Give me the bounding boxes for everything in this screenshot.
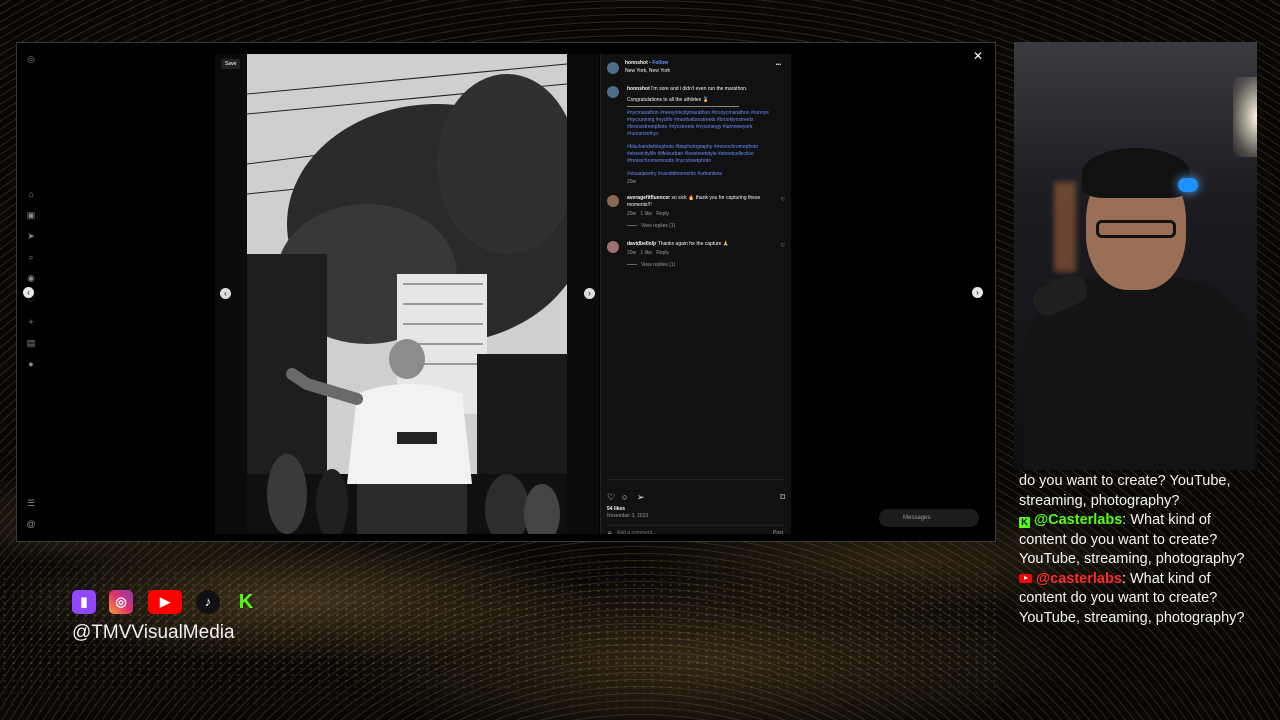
caption-line1: I'm sore and i didn't even run the marat…	[651, 86, 748, 92]
caption-avatar[interactable]	[607, 86, 619, 98]
comment-username[interactable]: averagefitfluencer	[627, 195, 670, 201]
comment-2: davidbelloljr Thanks again for the captu…	[627, 241, 777, 248]
create-icon[interactable]: +	[26, 317, 36, 327]
more-options-icon[interactable]: •••	[776, 62, 781, 69]
kick-icon: K	[1019, 517, 1030, 528]
comment-text: Thanks again for the capture 🙏	[657, 241, 730, 247]
emoji-icon[interactable]: ☺	[607, 530, 612, 537]
softbox-light	[1233, 77, 1257, 157]
threads-icon[interactable]: @	[26, 519, 36, 529]
comment-username[interactable]: davidbelloljr	[627, 241, 656, 247]
direct-icon[interactable]: ➤	[26, 231, 36, 241]
background-light	[1054, 182, 1076, 272]
instagram-icon: ◎	[109, 590, 133, 614]
like-icon[interactable]: ♡	[607, 492, 615, 503]
comment-avatar[interactable]	[607, 195, 619, 207]
browser-capture: ◎ ⌂ ▣ ➤ ⌕ ◉ ♡ + ▤ ● ☰ @ ✕ ‹ › Save ‹ › h…	[16, 42, 996, 542]
messages-button[interactable]: Messages	[879, 509, 979, 527]
reply-button[interactable]: Reply	[656, 211, 669, 217]
comment-bar: ☺ Post	[607, 525, 785, 540]
comment-1: averagefitfluencer so sick 🔥 thank you f…	[627, 195, 777, 209]
photo-illustration	[247, 54, 567, 534]
post-media: Save ‹ ›	[215, 54, 599, 534]
view-replies-button[interactable]: View replies (1)	[627, 223, 783, 230]
instagram-logo-icon[interactable]: ◎	[26, 54, 36, 64]
bookmark-icon[interactable]: ⌑	[780, 492, 785, 503]
post-date: November 3, 2023	[607, 513, 649, 519]
post-actions: ♡ ○ ➢ ⌑ 54 likes November 3, 2023 ☺ Post	[607, 479, 785, 540]
caption-timestamp: 20w	[627, 179, 637, 185]
caption-line2: Congratulations to all the athletes 🏅	[627, 97, 709, 103]
comment-input[interactable]	[617, 528, 747, 538]
close-icon[interactable]: ✕	[973, 49, 983, 63]
twitch-icon: ▮	[72, 590, 96, 614]
youtube-icon	[1019, 573, 1032, 583]
menu-icon[interactable]: ☰	[26, 498, 36, 508]
media-next-icon[interactable]: ›	[584, 288, 595, 299]
social-handle: @TMVVisualMedia	[72, 622, 235, 643]
hashtags-block-3[interactable]: #visualpoetry #candidmoments #urbanlens	[627, 171, 783, 178]
comment-meta: 20w 1 like Reply	[627, 211, 783, 218]
comment-meta: 20w 1 like Reply	[627, 250, 783, 257]
author-username[interactable]: honnshot	[625, 60, 648, 66]
chat-message: K @Casterlabs: What kind of content do yo…	[1019, 511, 1259, 570]
chat-username: @Casterlabs	[1034, 512, 1123, 528]
caption-username[interactable]: honnshot	[627, 86, 650, 92]
youtube-icon: ▶	[148, 590, 182, 614]
comment-like-icon[interactable]: ♡	[781, 197, 785, 204]
streamer-glasses	[1096, 220, 1176, 238]
earpiece-light	[1178, 178, 1198, 192]
post-comment-button[interactable]: Post	[773, 530, 783, 537]
hashtags-block-2[interactable]: #blackandwhitephoto #bwphotography #mono…	[627, 144, 783, 165]
post-header: honnshot • Follow New York, New York •••	[607, 60, 785, 82]
home-icon[interactable]: ⌂	[26, 189, 36, 199]
messages-label: Messages	[903, 515, 931, 521]
caption: honnshot I'm sore and i didn't even run …	[627, 86, 783, 93]
reply-button[interactable]: Reply	[656, 250, 669, 256]
view-replies-button[interactable]: View replies (1)	[627, 262, 783, 269]
comment-like-icon[interactable]: ♡	[781, 243, 785, 250]
profile-icon[interactable]: ●	[26, 359, 36, 369]
post-details-panel: honnshot • Follow New York, New York •••…	[600, 54, 791, 538]
chat-message: do you want to create? YouTube, streamin…	[1019, 473, 1231, 509]
marathon-photo	[247, 54, 567, 534]
avatar[interactable]	[607, 62, 619, 74]
follow-button[interactable]: Follow	[652, 60, 668, 66]
comment-likes[interactable]: 1 like	[640, 211, 652, 217]
tiktok-icon: ♪	[196, 590, 220, 614]
streamer-hair	[1082, 148, 1190, 198]
caption-divider	[627, 106, 739, 107]
kick-icon: K	[238, 591, 254, 613]
likes-count[interactable]: 54 likes	[607, 506, 625, 513]
next-post-icon[interactable]: ›	[972, 287, 983, 298]
post-location[interactable]: New York, New York	[625, 68, 670, 75]
dashboard-icon[interactable]: ▤	[26, 338, 36, 348]
save-button[interactable]: Save	[221, 59, 241, 69]
media-prev-icon[interactable]: ‹	[220, 288, 231, 299]
comment-time: 20w	[627, 250, 637, 256]
reels-icon[interactable]: ▣	[26, 210, 36, 220]
share-icon[interactable]: ➢	[637, 492, 645, 503]
webcam-feed	[1014, 42, 1257, 470]
chat-message: @casterlabs: What kind of content do you…	[1019, 570, 1259, 629]
search-icon[interactable]: ⌕	[26, 252, 36, 262]
hashtags-block-1[interactable]: #nycmarathon #newyorkcitymarathon #tcsny…	[627, 110, 783, 138]
comment-likes[interactable]: 1 like	[640, 250, 652, 256]
explore-icon[interactable]: ◉	[26, 273, 36, 283]
comment-time: 20w	[627, 211, 637, 217]
comment-avatar[interactable]	[607, 241, 619, 253]
previous-post-icon[interactable]: ‹	[23, 287, 34, 298]
stream-chat: do you want to create? YouTube, streamin…	[1019, 472, 1259, 628]
chat-username: @casterlabs	[1036, 570, 1122, 587]
comment-icon[interactable]: ○	[622, 492, 627, 502]
